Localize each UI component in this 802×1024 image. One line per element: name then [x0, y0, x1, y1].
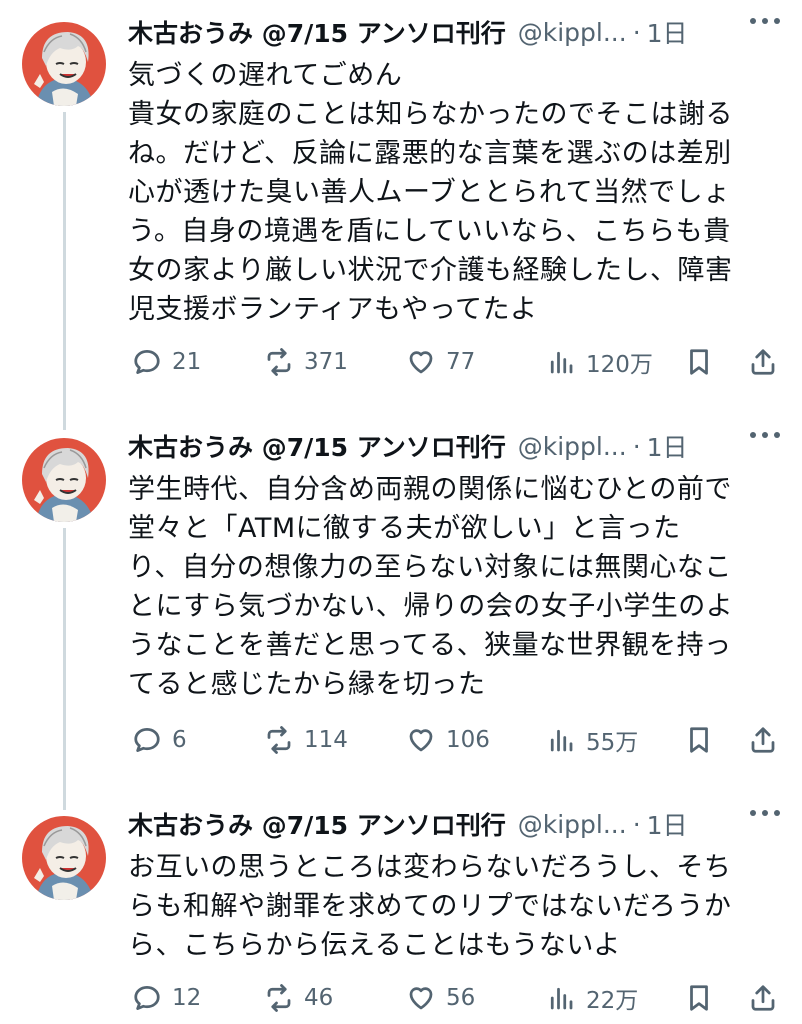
retweet-count: 371: [304, 349, 348, 375]
like-button[interactable]: 77: [406, 342, 475, 382]
tweet-text-line: 貴女の家庭のことは知らなかったのでそこは謝る: [128, 99, 733, 130]
author-handle[interactable]: @kippl...: [518, 810, 627, 839]
bar-chart-icon: [550, 729, 573, 752]
reply-button[interactable]: 12: [132, 978, 201, 1018]
more-options-icon[interactable]: [750, 432, 780, 438]
tweet-actions: 6 114 106 55万: [128, 720, 788, 760]
bookmark-icon: [690, 727, 708, 753]
tweet-text-line: 学生時代、自分含め両親の関係に悩むひとの前で: [128, 474, 732, 505]
tweet-header: 木古おうみ @7/15 アンソロ刊行 @kippl... · 1日: [128, 428, 802, 464]
tweet-text-line: う。自身の境遇を盾にしていいなら、こちらも貴: [128, 216, 731, 247]
views-count: 55万: [586, 730, 639, 756]
avatar-illustration: [22, 816, 106, 900]
heart-icon: [409, 351, 433, 374]
author-name[interactable]: 木古おうみ @7/15 アンソロ刊行: [128, 14, 506, 50]
tweet-time[interactable]: 1日: [647, 14, 688, 50]
tweet-actions: 21 371 77 120万: [128, 342, 788, 382]
share-button[interactable]: [748, 720, 778, 760]
avatar[interactable]: [22, 22, 106, 106]
tweet-header: 木古おうみ @7/15 アンソロ刊行 @kippl... · 1日: [128, 806, 802, 842]
tweet-actions: 12 46 56 22万: [128, 978, 788, 1018]
reply-count: 12: [172, 985, 202, 1011]
views-button[interactable]: 120万: [546, 342, 653, 382]
like-count: 77: [446, 349, 476, 375]
share-button[interactable]: [748, 978, 778, 1018]
views-count: 120万: [586, 352, 653, 378]
tweet-text-line: らも和解や謝罪を求めてのリプではないだろうか: [128, 891, 732, 922]
bookmark-button[interactable]: [684, 720, 714, 760]
like-button[interactable]: 56: [406, 978, 475, 1018]
heart-icon: [409, 729, 433, 752]
author-handle[interactable]: @kippl...: [518, 18, 627, 47]
bar-chart-icon: [550, 351, 573, 374]
views-button[interactable]: 55万: [546, 720, 638, 760]
tweet-text-line: お互いの思うところは変わらないだろうし、そち: [128, 852, 732, 883]
tweet-text-line: 堂々と「ATMに徹する夫が欲しい」と言った: [128, 513, 681, 544]
more-options-icon[interactable]: [750, 18, 780, 24]
avatar[interactable]: [22, 816, 106, 900]
tweet-text-line: てると感じたから縁を切った: [128, 669, 486, 700]
tweet-time[interactable]: 1日: [647, 428, 688, 464]
retweet-button[interactable]: 371: [264, 342, 348, 382]
retweet-arrows-icon: [267, 348, 291, 376]
separator-dot: ·: [632, 17, 641, 47]
share-upload-icon: [751, 727, 775, 753]
views-button[interactable]: 22万: [546, 978, 638, 1018]
avatar[interactable]: [22, 438, 106, 522]
bookmark-button[interactable]: [684, 342, 714, 382]
tweet-text-line: とにすら気づかない、帰りの会の女子小学生のよ: [128, 591, 734, 622]
tweet-text-line: 気づくの遅れてごめん: [128, 60, 403, 91]
speech-bubble-icon: [134, 986, 160, 1010]
speech-bubble-icon: [134, 728, 160, 752]
separator-dot: ·: [632, 809, 641, 839]
tweet-text-line: り、自分の想像力の至らない対象には無関心なこ: [128, 552, 732, 583]
share-button[interactable]: [748, 342, 778, 382]
more-options-icon[interactable]: [750, 810, 780, 816]
tweet-text-line: 心が透けた臭い善人ムーブととられて当然でしょ: [128, 177, 731, 208]
retweet-button[interactable]: 46: [264, 978, 333, 1018]
bookmark-icon: [690, 985, 708, 1011]
author-handle[interactable]: @kippl...: [518, 432, 627, 461]
views-count: 22万: [586, 988, 639, 1014]
retweet-button[interactable]: 114: [264, 720, 348, 760]
heart-icon: [409, 987, 433, 1010]
reply-button[interactable]: 6: [132, 720, 187, 760]
reply-button[interactable]: 21: [132, 342, 201, 382]
reply-count: 21: [172, 349, 202, 375]
speech-bubble-icon: [134, 350, 160, 374]
author-name[interactable]: 木古おうみ @7/15 アンソロ刊行: [128, 806, 506, 842]
like-button[interactable]: 106: [406, 720, 490, 760]
separator-dot: ·: [632, 431, 641, 461]
share-upload-icon: [751, 985, 775, 1011]
tweet-header: 木古おうみ @7/15 アンソロ刊行 @kippl... · 1日: [128, 14, 802, 50]
tweet[interactable]: 木古おうみ @7/15 アンソロ刊行 @kippl... · 1日 学生時代、自…: [0, 416, 802, 786]
tweet-text: お互いの思うところは変わらないだろうし、そち らも和解や謝罪を求めてのリプではな…: [128, 848, 778, 965]
author-name[interactable]: 木古おうみ @7/15 アンソロ刊行: [128, 428, 506, 464]
share-upload-icon: [751, 349, 775, 375]
avatar-illustration: [22, 438, 106, 522]
bookmark-icon: [690, 349, 708, 375]
retweet-count: 46: [304, 985, 334, 1011]
bar-chart-icon: [550, 987, 573, 1010]
like-count: 106: [446, 727, 490, 753]
tweet[interactable]: 木古おうみ @7/15 アンソロ刊行 @kippl... · 1日 気づくの遅れ…: [0, 0, 802, 410]
tweet-text-line: ら、こちらから伝えることはもうないよ: [128, 930, 621, 961]
tweet-text-line: うなことを善だと思ってる、狭量な世界観を持っ: [128, 630, 732, 661]
tweet-text-line: 女の家より厳しい状況で介護も経験したし、障害: [128, 255, 733, 286]
tweet-text: 気づくの遅れてごめん 貴女の家庭のことは知らなかったのでそこは謝る ね。だけど、…: [128, 56, 778, 329]
like-count: 56: [446, 985, 476, 1011]
tweet[interactable]: 木古おうみ @7/15 アンソロ刊行 @kippl... · 1日 お互いの思う…: [0, 794, 802, 1024]
retweet-arrows-icon: [267, 726, 291, 754]
bookmark-button[interactable]: [684, 978, 714, 1018]
reply-count: 6: [172, 727, 187, 753]
retweet-arrows-icon: [267, 984, 291, 1012]
tweet-text-line: ね。だけど、反論に露悪的な言葉を選ぶのは差別: [128, 138, 732, 169]
retweet-count: 114: [304, 727, 348, 753]
tweet-time[interactable]: 1日: [647, 806, 688, 842]
tweet-text: 学生時代、自分含め両親の関係に悩むひとの前で 堂々と「ATMに徹する夫が欲しい」…: [128, 470, 778, 704]
avatar-illustration: [22, 22, 106, 106]
tweet-text-line: 児支援ボランティアもやってたよ: [128, 294, 538, 325]
